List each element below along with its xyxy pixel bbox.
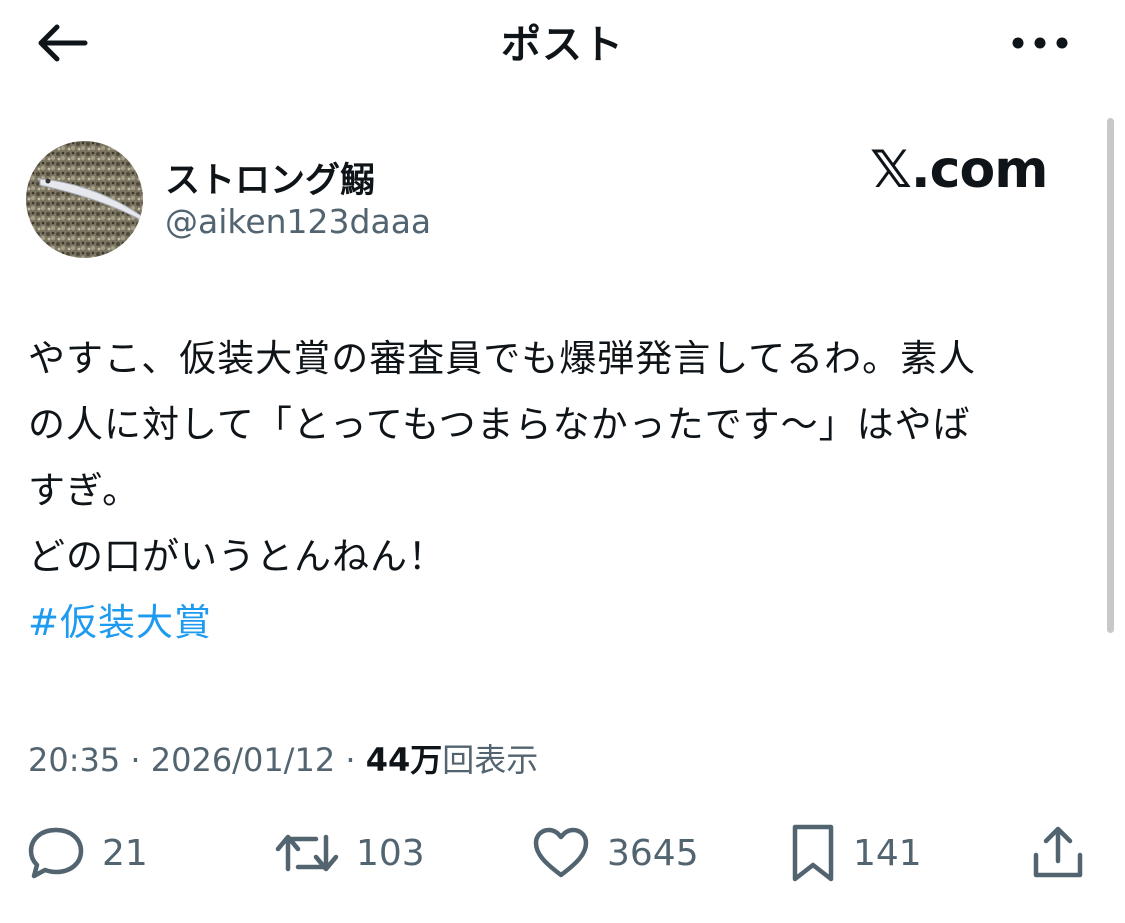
x-com-brand: 𝕏.com [870,140,1048,200]
reply-icon [28,827,84,879]
heart-icon [533,827,589,878]
reply-button[interactable]: 21 [26,818,148,888]
meta-separator: · [120,741,151,779]
share-icon [1033,826,1083,878]
post-meta: 20:35 · 2026/01/12 · 44万回表示 [28,735,538,781]
repost-icon [275,834,339,872]
post-line: すぎ。 [28,469,141,512]
share-button[interactable] [1028,818,1088,888]
views-label: 回表示 [442,741,539,779]
bookmark-count: 141 [853,832,922,874]
post-date[interactable]: 2026/01/12 [151,741,335,779]
repost-count: 103 [356,832,425,874]
reply-count: 21 [102,832,148,874]
author-name[interactable]: ストロング鰯 [165,152,375,203]
meta-separator: · [335,741,366,779]
fish-photo-avatar [26,141,143,258]
like-button[interactable]: 3645 [531,818,699,888]
repost-button[interactable]: 103 [274,818,425,888]
post-line: どの口がいうとんねん！ [28,535,446,578]
post-body: やすこ、仮装大賞の審査員でも爆弾発言してるわ。素人 の人に対して「とってもつまら… [28,326,1098,656]
avatar[interactable] [26,141,143,258]
views-count: 44万 [365,741,443,779]
more-options-button[interactable] [1005,14,1075,72]
hashtag-link[interactable]: #仮装大賞 [28,601,212,644]
post-line: やすこ、仮装大賞の審査員でも爆弾発言してるわ。素人 [28,337,977,380]
post-time[interactable]: 20:35 [28,741,120,779]
post-line: の人に対して「とってもつまらなかったです〜」はやば [28,403,971,446]
like-count: 3645 [607,832,699,874]
bookmark-icon [792,824,834,882]
bookmark-button[interactable]: 141 [789,818,922,888]
scrollbar[interactable] [1107,118,1114,633]
page-title: ポスト [501,22,624,68]
author-handle[interactable]: @aiken123daaa [165,202,431,241]
more-horizontal-icon [1012,37,1068,49]
